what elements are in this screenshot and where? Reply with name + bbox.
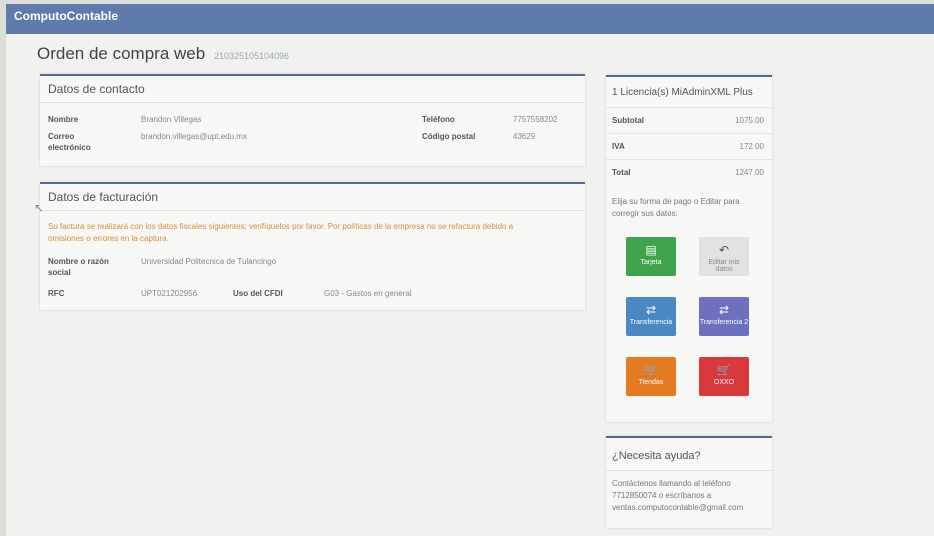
email-label-line1: Correo bbox=[48, 132, 75, 141]
total-label: Total bbox=[612, 168, 631, 177]
phone-value: 7757558202 bbox=[513, 115, 558, 124]
subtotal-label: Subtotal bbox=[612, 116, 644, 125]
help-title: ¿Necesita ayuda? bbox=[612, 450, 701, 462]
business-name-value: Universidad Politecnica de Tulancingo bbox=[141, 257, 277, 266]
email-label: Correo electrónico bbox=[48, 131, 91, 153]
shopping-cart-icon: 🛒 bbox=[643, 363, 659, 377]
edit-data-label: Editar mis datos bbox=[708, 259, 740, 273]
billing-notice-line1: Su factura se realizará con los datos fi… bbox=[48, 222, 514, 231]
help-text: Contáctenos llamando al teléfono 7712850… bbox=[612, 478, 766, 514]
panel-divider bbox=[40, 210, 585, 211]
help-line2: 7712850074 o escríbanos a bbox=[612, 491, 712, 500]
pay-transfer-button[interactable]: ⇄ Transferencia bbox=[626, 297, 676, 336]
brand-logo[interactable]: ComputoContable bbox=[14, 9, 118, 23]
name-label: Nombre bbox=[48, 115, 79, 124]
mouse-pointer-icon: ↖ bbox=[34, 201, 45, 215]
pay-transfer2-label: Transferencia 2 bbox=[699, 319, 749, 326]
rfc-value: UPT021202956 bbox=[141, 289, 198, 298]
rfc-label: RFC bbox=[48, 289, 65, 298]
email-value: brandon.villegas@upt.edu.mx bbox=[141, 132, 247, 141]
pay-transfer-label: Transferencia bbox=[629, 319, 673, 326]
pay-transfer2-button[interactable]: ⇄ Transferencia 2 bbox=[699, 297, 749, 336]
total-row: Total 1247.00 bbox=[606, 159, 772, 186]
subtotal-row: Subtotal 1075.00 bbox=[606, 107, 772, 134]
billing-panel-title: Datos de facturación bbox=[48, 190, 159, 204]
business-label-line2: social bbox=[48, 268, 71, 277]
exchange-icon: ⇄ bbox=[718, 303, 730, 317]
panel-divider bbox=[606, 470, 772, 471]
name-value: Brandon Villegas bbox=[141, 115, 202, 124]
help-email-link[interactable]: ventas.computocontable@gmail.com bbox=[612, 503, 743, 512]
order-summary-panel: 1 Licencia(s) MiAdminXML Plus Subtotal 1… bbox=[606, 75, 772, 422]
phone-label: Teléfono bbox=[422, 115, 455, 124]
page-title-text: Orden de compra web bbox=[37, 44, 206, 63]
zip-value: 43629 bbox=[513, 132, 536, 141]
iva-value: 172.00 bbox=[739, 142, 764, 151]
top-navbar: ComputoContable bbox=[6, 4, 934, 34]
browser-screen: ComputoContable Orden de compra web 2103… bbox=[6, 4, 934, 536]
pay-card-label: Tarjeta bbox=[640, 259, 662, 266]
subtotal-value: 1075.00 bbox=[735, 116, 764, 125]
billing-notice-line2: omisiones o errores en la captura. bbox=[48, 234, 169, 243]
undo-arrow-icon: ↶ bbox=[718, 243, 730, 257]
panel-divider bbox=[40, 102, 585, 103]
billing-notice: Su factura se realizará con los datos fi… bbox=[48, 221, 578, 245]
edit-data-button[interactable]: ↶ Editar mis datos bbox=[699, 237, 749, 276]
billing-panel: Datos de facturación Su factura se reali… bbox=[40, 182, 585, 310]
pay-stores-button[interactable]: 🛒 Tiendas bbox=[626, 357, 676, 396]
instructions-line2: corregir sus datos: bbox=[612, 209, 678, 218]
zip-label: Código postal bbox=[422, 132, 476, 141]
credit-card-icon: ▤ bbox=[645, 243, 657, 257]
pay-card-button[interactable]: ▤ Tarjeta bbox=[626, 237, 676, 276]
shopping-cart-icon: 🛒 bbox=[716, 363, 732, 377]
page-title: Orden de compra web 210325105104096 bbox=[37, 44, 289, 64]
pay-oxxo-label: OXXO bbox=[713, 379, 735, 386]
help-line1: Contáctenos llamando al teléfono bbox=[612, 479, 731, 488]
cfdi-value: G03 - Gastos en general bbox=[324, 289, 412, 298]
exchange-icon: ⇄ bbox=[645, 303, 657, 317]
contact-panel-title: Datos de contacto bbox=[48, 82, 145, 96]
help-panel: ¿Necesita ayuda? Contáctenos llamando al… bbox=[606, 436, 772, 528]
instructions-line1: Elija su forma de pago o Editar para bbox=[612, 197, 740, 206]
contact-panel: Datos de contacto Nombre Brandon Villega… bbox=[40, 74, 585, 166]
order-number: 210325105104096 bbox=[213, 51, 290, 61]
email-label-line2: electrónico bbox=[48, 143, 91, 152]
cfdi-label: Uso del CFDI bbox=[233, 289, 283, 298]
business-label-line1: Nombre o razón bbox=[48, 257, 109, 266]
total-value: 1247.00 bbox=[735, 168, 764, 177]
summary-title: 1 Licencia(s) MiAdminXML Plus bbox=[612, 87, 753, 98]
iva-label: IVA bbox=[612, 142, 625, 151]
iva-row: IVA 172.00 bbox=[606, 133, 772, 160]
pay-stores-label: Tiendas bbox=[638, 379, 664, 386]
payment-instructions: Elija su forma de pago o Editar para cor… bbox=[612, 196, 767, 220]
pay-oxxo-button[interactable]: 🛒 OXXO bbox=[699, 357, 749, 396]
business-name-label: Nombre o razón social bbox=[48, 256, 109, 278]
